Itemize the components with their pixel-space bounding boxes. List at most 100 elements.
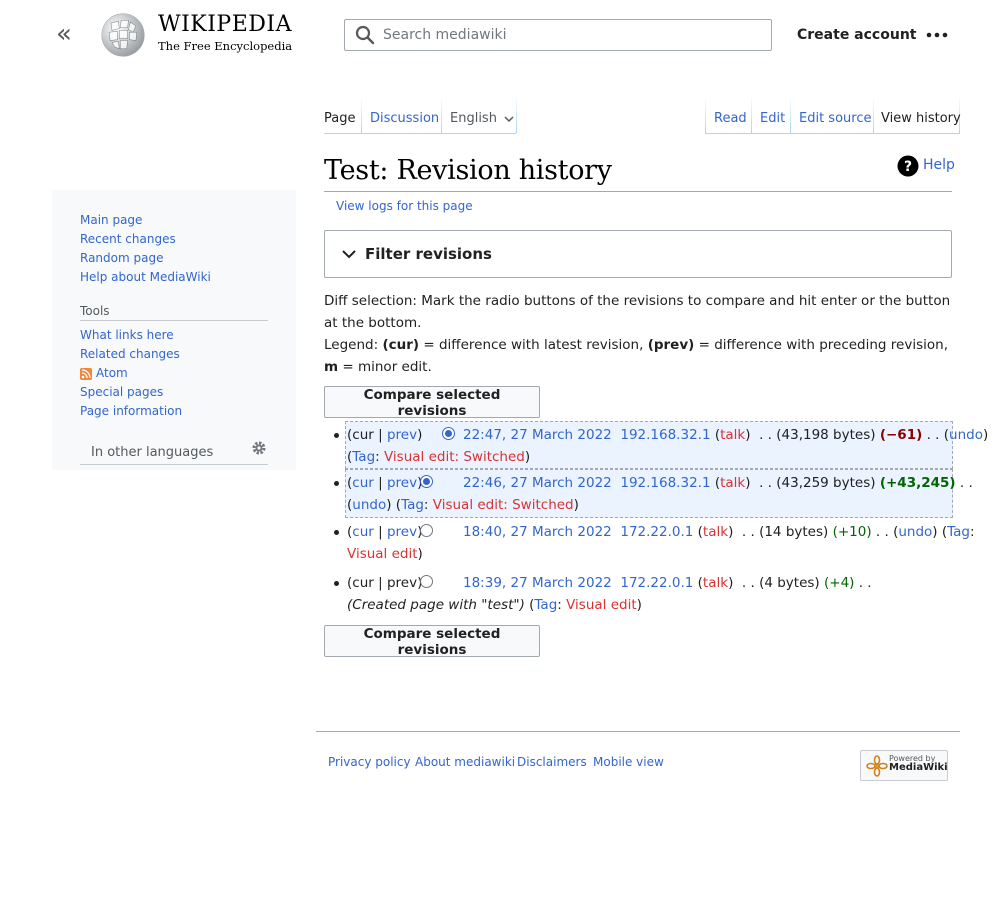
user-link[interactable]: 192.168.32.1 — [620, 475, 710, 491]
sidebar-item-related-changes[interactable]: Related changes — [80, 347, 180, 361]
talk-link[interactable]: talk — [720, 475, 745, 491]
cur-link[interactable]: cur — [352, 524, 374, 540]
revision-tags: (Tag: Visual edit: Switched) — [347, 449, 531, 465]
languages-divider — [80, 464, 268, 465]
revision-date-link[interactable]: 18:39, 27 March 2022 — [463, 575, 612, 591]
talk-link[interactable]: talk — [703, 524, 728, 540]
sidebar-item-random-page[interactable]: Random page — [80, 251, 163, 265]
tools-heading: Tools — [80, 304, 110, 318]
cur-text: cur — [352, 427, 374, 443]
sidebar-item-recent-changes[interactable]: Recent changes — [80, 232, 176, 246]
tag-value: Visual edit: Switched — [432, 497, 574, 513]
tag-link[interactable]: Tag — [947, 524, 970, 540]
undo-link[interactable]: undo — [949, 427, 983, 443]
revision-item: (cur | prev) — [347, 475, 422, 491]
tab-divider — [790, 96, 791, 133]
revision-date-link[interactable]: 22:46, 27 March 2022 — [463, 475, 612, 491]
cur-link[interactable]: cur — [352, 475, 374, 491]
compare-revisions-button[interactable]: Compare selected revisions — [324, 386, 540, 419]
cur-text: cur — [352, 575, 374, 591]
sidebar-item-atom[interactable]: Atom — [96, 366, 128, 380]
tools-divider — [80, 320, 268, 321]
prev-link[interactable]: prev — [387, 524, 417, 540]
revision-bytes: (14 bytes) — [759, 524, 829, 540]
search-input[interactable] — [381, 20, 767, 50]
talk-link[interactable]: talk — [703, 575, 728, 591]
footer-about-link[interactable]: About mediawiki — [415, 755, 515, 769]
tab-edit-source[interactable]: Edit source — [799, 111, 871, 126]
revision-radio-old[interactable] — [442, 427, 455, 440]
legend-prev: (prev) — [647, 337, 695, 353]
search-box[interactable] — [344, 19, 772, 51]
tab-divider — [441, 96, 442, 133]
powered-by-mediawiki-badge[interactable]: Powered by MediaWiki — [860, 750, 948, 781]
list-bullet — [334, 581, 339, 586]
revision-radio[interactable] — [420, 524, 433, 537]
filter-revisions-toggle[interactable]: Filter revisions — [324, 230, 952, 278]
sidebar-item-help[interactable]: Help about MediaWiki — [80, 270, 211, 284]
tab-discussion[interactable]: Discussion — [370, 111, 439, 126]
revision-meta: 18:40, 27 March 2022 172.22.0.1 (talk) .… — [463, 524, 975, 540]
talk-link[interactable]: talk — [720, 427, 745, 443]
tab-divider — [361, 96, 362, 133]
undo-link[interactable]: undo — [352, 497, 386, 513]
create-account-link[interactable]: Create account — [797, 27, 916, 43]
prev-link[interactable]: prev — [387, 475, 417, 491]
tab-edit[interactable]: Edit — [760, 111, 785, 126]
sidebar-item-page-information[interactable]: Page information — [80, 404, 182, 418]
undo-link[interactable]: undo — [898, 524, 932, 540]
revision-radio-new[interactable] — [420, 475, 433, 488]
powered-by-text: Powered by MediaWiki — [889, 754, 948, 773]
revision-date-link[interactable]: 18:40, 27 March 2022 — [463, 524, 612, 540]
sidebar: Main page Recent changes Random page Hel… — [52, 190, 296, 470]
legend-prev-desc: = difference with preceding revision, — [694, 337, 948, 353]
tag-link[interactable]: Tag — [401, 497, 424, 513]
tag-link[interactable]: Tag — [352, 449, 375, 465]
tag-link[interactable]: Tag — [534, 597, 557, 613]
tag-value: Visual edit: Switched — [383, 449, 525, 465]
view-logs-link[interactable]: View logs for this page — [336, 199, 473, 213]
sidebar-item-what-links-here[interactable]: What links here — [80, 328, 174, 342]
revision-meta: 18:39, 27 March 2022 172.22.0.1 (talk) .… — [463, 575, 872, 591]
other-languages-heading: In other languages — [91, 445, 214, 460]
compare-revisions-button[interactable]: Compare selected revisions — [324, 625, 540, 658]
revision-bytes: (43,259 bytes) — [776, 475, 876, 491]
revision-summary: (Created page with "test") (Tag: Visual … — [347, 597, 642, 613]
footer-privacy-link[interactable]: Privacy policy — [328, 755, 411, 769]
tab-view-history[interactable]: View history — [881, 111, 961, 126]
revision-date-link[interactable]: 22:47, 27 March 2022 — [463, 427, 612, 443]
legend-minor-desc: = minor edit. — [338, 359, 432, 375]
footer-disclaimers-link[interactable]: Disclaimers — [517, 755, 587, 769]
wikipedia-globe-logo[interactable] — [98, 12, 148, 58]
tab-read[interactable]: Read — [714, 111, 747, 126]
revision-size-diff: (−61) — [879, 427, 923, 443]
tabs-underline — [324, 133, 516, 134]
user-link[interactable]: 172.22.0.1 — [620, 524, 693, 540]
language-selector[interactable]: English — [450, 111, 514, 126]
mediawiki-flower-icon — [866, 755, 888, 777]
feed-icon — [80, 368, 92, 380]
user-link[interactable]: 172.22.0.1 — [620, 575, 693, 591]
sidebar-item-main-page[interactable]: Main page — [80, 213, 142, 227]
prev-link[interactable]: prev — [387, 427, 417, 443]
help-icon: ? — [897, 155, 919, 177]
revision-tags: Visual edit) — [347, 546, 423, 562]
revision-tags: (undo) (Tag: Visual edit: Switched) — [347, 497, 579, 513]
wikipedia-wordmark[interactable]: WIKIPEDIA — [158, 12, 292, 37]
tab-divider — [873, 96, 874, 133]
language-label: English — [450, 111, 497, 126]
legend-cur-desc: = difference with latest revision, — [419, 337, 648, 353]
footer-divider — [316, 731, 960, 732]
collapse-sidebar-icon[interactable]: « — [52, 21, 76, 48]
footer-mobile-view-link[interactable]: Mobile view — [593, 755, 664, 769]
tab-page[interactable]: Page — [324, 111, 355, 126]
more-options-icon[interactable] — [924, 22, 950, 48]
chevron-down-icon — [342, 250, 356, 259]
search-icon — [355, 25, 375, 45]
revision-size-diff: (+4) — [823, 575, 855, 591]
gear-icon[interactable] — [251, 440, 267, 456]
revision-radio[interactable] — [420, 575, 433, 588]
user-link[interactable]: 192.168.32.1 — [620, 427, 710, 443]
sidebar-item-special-pages[interactable]: Special pages — [80, 385, 163, 399]
list-bullet — [334, 433, 339, 438]
